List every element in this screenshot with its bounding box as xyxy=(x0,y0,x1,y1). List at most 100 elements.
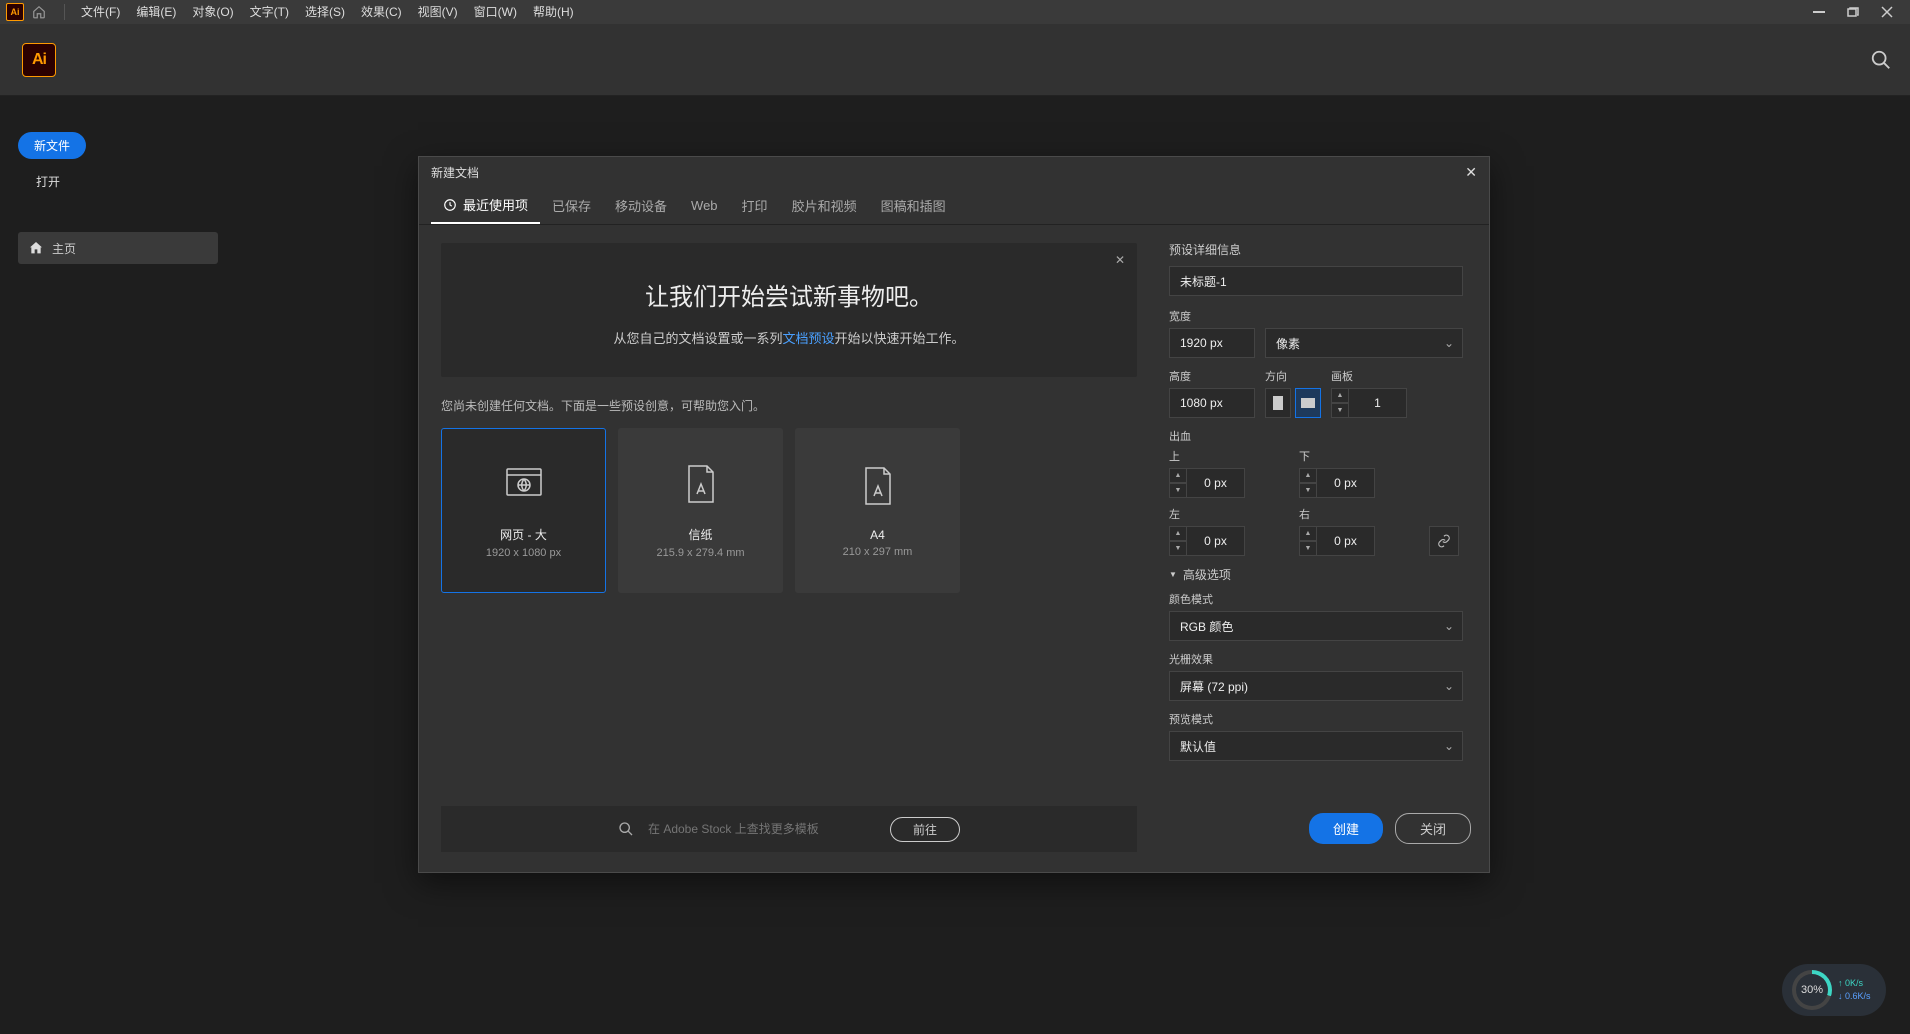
color-mode-select[interactable]: RGB 颜色⌄ xyxy=(1169,611,1463,641)
tab-web[interactable]: Web xyxy=(679,187,730,224)
open-button[interactable]: 打开 xyxy=(18,165,218,198)
bleed-top[interactable]: 0 px xyxy=(1187,468,1245,498)
tab-label: 最近使用项 xyxy=(463,195,528,214)
close-icon[interactable]: ✕ xyxy=(1115,253,1125,267)
details-title: 预设详细信息 xyxy=(1169,241,1463,258)
menu-select[interactable]: 选择(S) xyxy=(297,0,353,24)
preset-size: 210 x 297 mm xyxy=(843,546,913,558)
close-icon[interactable]: ✕ xyxy=(1465,164,1477,181)
bleed-label: 出血 xyxy=(1169,428,1463,444)
bleed-right[interactable]: 0 px xyxy=(1317,526,1375,556)
new-document-dialog: 新建文档 ✕ 最近使用项 已保存 移动设备 Web 打印 胶片和视频 图稿和插图… xyxy=(418,156,1490,873)
tab-art[interactable]: 图稿和插图 xyxy=(869,187,958,224)
app-logo-small: Ai xyxy=(6,3,24,21)
bleed-bottom[interactable]: 0 px xyxy=(1317,468,1375,498)
artboard-count[interactable]: 1 xyxy=(1349,388,1407,418)
network-speed-widget[interactable]: 30% ↑ 0K/s ↓ 0.6K/s xyxy=(1782,964,1886,1016)
print-icon xyxy=(679,462,723,506)
width-label: 宽度 xyxy=(1169,308,1463,324)
stock-search-input[interactable] xyxy=(648,822,878,836)
close-button[interactable]: 关闭 xyxy=(1395,813,1471,844)
raster-label: 光栅效果 xyxy=(1169,651,1463,667)
chevron-down-icon: ⌄ xyxy=(1444,336,1454,350)
hero-banner: ✕ 让我们开始尝试新事物吧。 从您自己的文档设置或一系列文档预设开始以快速开始工… xyxy=(441,243,1137,377)
app-header: Ai xyxy=(0,24,1910,96)
preset-list: 网页 - 大 1920 x 1080 px 信纸 215.9 x 279.4 m… xyxy=(441,428,1137,593)
preset-name: 信纸 xyxy=(688,526,712,543)
print-icon xyxy=(856,464,900,508)
dialog-title: 新建文档 xyxy=(431,164,479,181)
preset-name: 网页 - 大 xyxy=(500,526,547,543)
bleed-left-stepper[interactable]: ▲▼ xyxy=(1169,526,1187,556)
preview-label: 预览模式 xyxy=(1169,711,1463,727)
sidebar-item-home[interactable]: 主页 xyxy=(18,232,218,264)
landscape-button[interactable] xyxy=(1295,388,1321,418)
portrait-button[interactable] xyxy=(1265,388,1291,418)
preview-select[interactable]: 默认值⌄ xyxy=(1169,731,1463,761)
artboard-label: 画板 xyxy=(1331,368,1407,384)
bleed-left[interactable]: 0 px xyxy=(1187,526,1245,556)
bleed-top-stepper[interactable]: ▲▼ xyxy=(1169,468,1187,498)
document-name-input[interactable] xyxy=(1169,266,1463,296)
chevron-down-icon: ⌄ xyxy=(1444,679,1454,693)
tab-recent[interactable]: 最近使用项 xyxy=(431,187,540,224)
orientation-toggle xyxy=(1265,388,1321,418)
sidebar-item-label: 主页 xyxy=(52,240,76,257)
preset-card[interactable]: 信纸 215.9 x 279.4 mm xyxy=(618,428,783,593)
hero-text: 从您自己的文档设置或一系列文档预设开始以快速开始工作。 xyxy=(461,328,1117,347)
artboard-stepper[interactable]: ▲▼ xyxy=(1331,388,1349,418)
bleed-right-label: 右 xyxy=(1299,506,1419,522)
tab-label: 已保存 xyxy=(552,196,591,215)
tab-label: Web xyxy=(691,198,718,213)
preset-details: 预设详细信息 宽度 1920 px 像素⌄ 高度 1080 px 方向 xyxy=(1159,225,1489,872)
home-icon[interactable] xyxy=(30,3,48,21)
preset-link[interactable]: 文档预设 xyxy=(782,331,834,346)
link-bleed-icon[interactable] xyxy=(1429,526,1459,556)
bleed-bottom-stepper[interactable]: ▲▼ xyxy=(1299,468,1317,498)
menu-view[interactable]: 视图(V) xyxy=(410,0,466,24)
tab-print[interactable]: 打印 xyxy=(730,187,780,224)
height-input[interactable]: 1080 px xyxy=(1169,388,1255,418)
menu-object[interactable]: 对象(O) xyxy=(184,0,241,24)
tab-label: 图稿和插图 xyxy=(881,196,946,215)
hero-title: 让我们开始尝试新事物吧。 xyxy=(461,277,1117,312)
width-input[interactable]: 1920 px xyxy=(1169,328,1255,358)
tab-film[interactable]: 胶片和视频 xyxy=(780,187,869,224)
clock-icon xyxy=(443,198,457,212)
bleed-right-stepper[interactable]: ▲▼ xyxy=(1299,526,1317,556)
menu-effect[interactable]: 效果(C) xyxy=(353,0,410,24)
height-label: 高度 xyxy=(1169,368,1255,384)
create-button[interactable]: 创建 xyxy=(1309,813,1383,844)
tab-saved[interactable]: 已保存 xyxy=(540,187,603,224)
minimize-button[interactable] xyxy=(1802,4,1836,20)
menu-file[interactable]: 文件(F) xyxy=(73,0,128,24)
close-button[interactable] xyxy=(1870,4,1904,20)
bleed-bottom-label: 下 xyxy=(1299,448,1419,464)
menu-window[interactable]: 窗口(W) xyxy=(466,0,525,24)
chevron-down-icon: ⌄ xyxy=(1444,739,1454,753)
raster-select[interactable]: 屏幕 (72 ppi)⌄ xyxy=(1169,671,1463,701)
bleed-left-label: 左 xyxy=(1169,506,1289,522)
preset-card[interactable]: 网页 - 大 1920 x 1080 px xyxy=(441,428,606,593)
tab-label: 移动设备 xyxy=(615,196,667,215)
menu-edit[interactable]: 编辑(E) xyxy=(128,0,184,24)
usage-ring: 30% xyxy=(1792,970,1832,1010)
search-icon xyxy=(618,821,636,837)
new-file-button[interactable]: 新文件 xyxy=(18,132,86,159)
bleed-top-label: 上 xyxy=(1169,448,1289,464)
menu-help[interactable]: 帮助(H) xyxy=(525,0,582,24)
preset-name: A4 xyxy=(870,528,885,542)
unit-select[interactable]: 像素⌄ xyxy=(1265,328,1463,358)
advanced-toggle[interactable]: ▼高级选项 xyxy=(1169,566,1463,583)
menu-text[interactable]: 文字(T) xyxy=(242,0,297,24)
main-menubar: Ai 文件(F) 编辑(E) 对象(O) 文字(T) 选择(S) 效果(C) 视… xyxy=(0,0,1910,24)
go-button[interactable]: 前往 xyxy=(890,817,960,842)
color-mode-label: 颜色模式 xyxy=(1169,591,1463,607)
preset-card[interactable]: A4 210 x 297 mm xyxy=(795,428,960,593)
preset-size: 215.9 x 279.4 mm xyxy=(656,547,744,559)
tab-label: 胶片和视频 xyxy=(792,196,857,215)
maximize-button[interactable] xyxy=(1836,4,1870,20)
tab-mobile[interactable]: 移动设备 xyxy=(603,187,679,224)
search-icon[interactable] xyxy=(1870,49,1892,71)
hint-text: 您尚未创建任何文档。下面是一些预设创意，可帮助您入门。 xyxy=(441,397,1137,414)
